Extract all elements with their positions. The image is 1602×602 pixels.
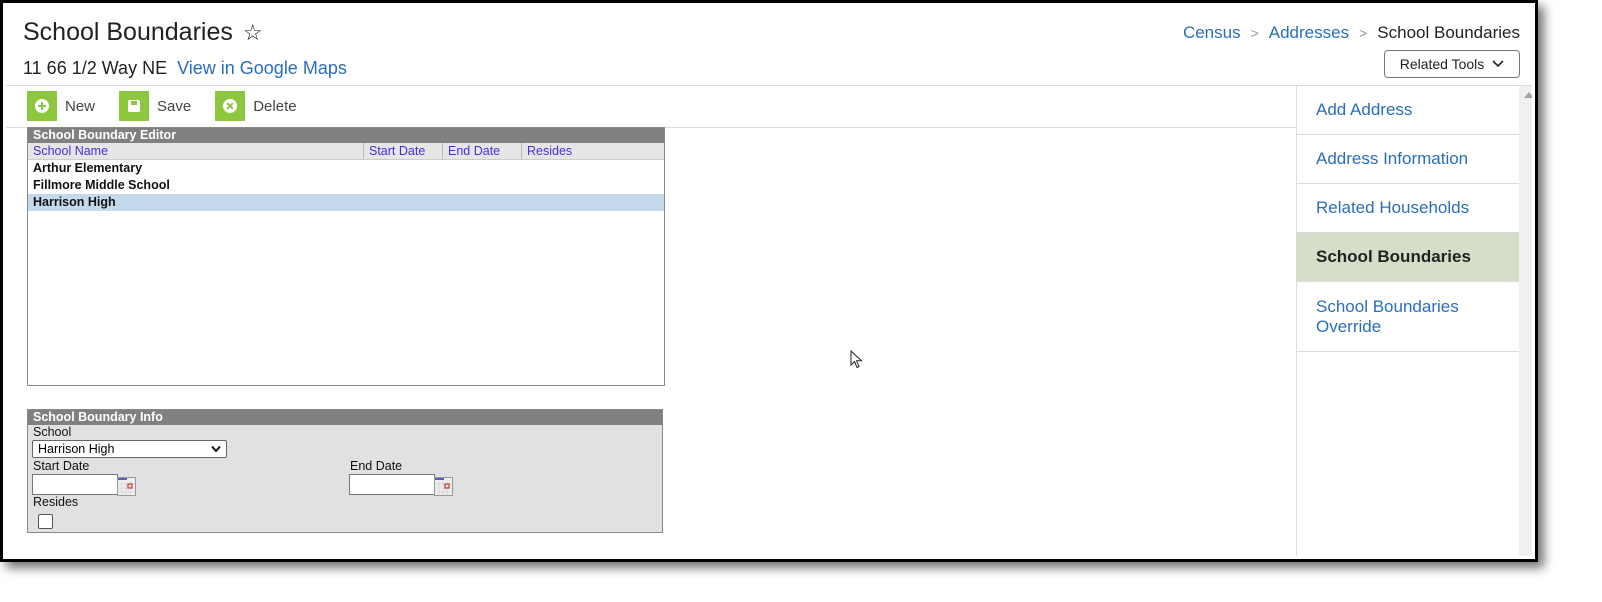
star-icon[interactable]: ☆ bbox=[243, 21, 263, 44]
sidebar-item-label: School Boundaries Override bbox=[1316, 296, 1459, 336]
start-date-label: Start Date bbox=[33, 459, 90, 473]
column-school-name[interactable]: School Name bbox=[28, 143, 364, 159]
editor-title: School Boundary Editor bbox=[28, 128, 664, 143]
sidebar: Add Address Address Information Related … bbox=[1296, 86, 1520, 556]
floppy-disk-icon bbox=[119, 91, 150, 121]
x-circle-icon bbox=[215, 91, 246, 121]
address-text: 11 66 1/2 Way NE bbox=[23, 58, 168, 78]
sidebar-item-label: Related Households bbox=[1316, 198, 1470, 217]
related-tools-button[interactable]: Related Tools bbox=[1384, 50, 1520, 78]
page-title: School Boundaries ☆ bbox=[23, 18, 263, 47]
school-boundary-info: School Boundary Info School Harrison Hig… bbox=[27, 409, 663, 533]
sidebar-item-label: Add Address bbox=[1316, 100, 1413, 119]
calendar-icon[interactable] bbox=[434, 477, 453, 496]
school-boundary-editor: School Boundary Editor School Name Start… bbox=[27, 127, 665, 386]
start-date-input[interactable] bbox=[32, 474, 118, 495]
page-title-text: School Boundaries bbox=[23, 18, 233, 46]
chevron-down-icon bbox=[1492, 60, 1504, 68]
sidebar-item-label: School Boundaries bbox=[1316, 247, 1471, 266]
school-label: School bbox=[33, 425, 72, 439]
sidebar-item-school-boundaries-override[interactable]: School Boundaries Override bbox=[1297, 282, 1520, 352]
chevron-right-icon: > bbox=[1250, 25, 1259, 41]
breadcrumb: Census > Addresses > School Boundaries bbox=[1183, 23, 1520, 43]
mouse-cursor-icon bbox=[850, 350, 863, 369]
calendar-icon[interactable] bbox=[117, 477, 136, 496]
resides-label: Resides bbox=[33, 495, 79, 509]
sidebar-item-related-households[interactable]: Related Households bbox=[1297, 184, 1520, 233]
new-button[interactable]: New bbox=[27, 91, 95, 121]
end-date-label: End Date bbox=[350, 459, 403, 473]
sidebar-item-add-address[interactable]: Add Address bbox=[1297, 86, 1520, 135]
sidebar-item-address-information[interactable]: Address Information bbox=[1297, 135, 1520, 184]
chevron-right-icon: > bbox=[1359, 25, 1368, 41]
school-select[interactable]: Harrison High bbox=[32, 440, 227, 458]
column-start-date[interactable]: Start Date bbox=[364, 143, 443, 159]
column-end-date[interactable]: End Date bbox=[443, 143, 522, 159]
save-button[interactable]: Save bbox=[119, 91, 191, 121]
breadcrumb-current: School Boundaries bbox=[1377, 23, 1520, 42]
breadcrumb-addresses[interactable]: Addresses bbox=[1269, 23, 1349, 43]
plus-circle-icon bbox=[27, 91, 57, 121]
delete-button[interactable]: Delete bbox=[215, 91, 297, 121]
app-window: School Boundaries ☆ 11 66 1/2 Way NE Vie… bbox=[0, 0, 1538, 562]
end-date-input[interactable] bbox=[349, 474, 435, 495]
school-name-cell: Fillmore Middle School bbox=[33, 178, 170, 192]
resides-checkbox[interactable] bbox=[38, 514, 53, 529]
save-label: Save bbox=[157, 97, 192, 115]
table-row-selected[interactable]: Harrison High bbox=[28, 194, 664, 211]
toolbar: New Save Delete bbox=[27, 90, 297, 122]
related-tools-label: Related Tools bbox=[1399, 56, 1485, 72]
chevron-down-icon bbox=[211, 445, 221, 453]
sidebar-item-label: Address Information bbox=[1316, 149, 1469, 168]
table-row[interactable]: Fillmore Middle School bbox=[28, 177, 664, 194]
new-label: New bbox=[65, 97, 96, 115]
google-maps-link[interactable]: View in Google Maps bbox=[177, 58, 347, 79]
delete-label: Delete bbox=[253, 97, 297, 115]
school-name-cell: Harrison High bbox=[33, 195, 116, 209]
address-line: 11 66 1/2 Way NE View in Google Maps bbox=[23, 58, 347, 79]
scroll-up-arrow-icon[interactable] bbox=[1524, 92, 1532, 98]
breadcrumb-census[interactable]: Census bbox=[1183, 23, 1241, 43]
school-select-value: Harrison High bbox=[38, 442, 115, 456]
sidebar-item-school-boundaries[interactable]: School Boundaries bbox=[1297, 233, 1520, 282]
editor-column-header: School Name Start Date End Date Resides bbox=[28, 143, 664, 160]
sidebar-scrollbar[interactable] bbox=[1519, 86, 1532, 556]
info-title: School Boundary Info bbox=[28, 410, 662, 425]
school-name-cell: Arthur Elementary bbox=[33, 161, 143, 175]
column-resides[interactable]: Resides bbox=[522, 143, 664, 159]
table-row[interactable]: Arthur Elementary bbox=[28, 160, 664, 177]
